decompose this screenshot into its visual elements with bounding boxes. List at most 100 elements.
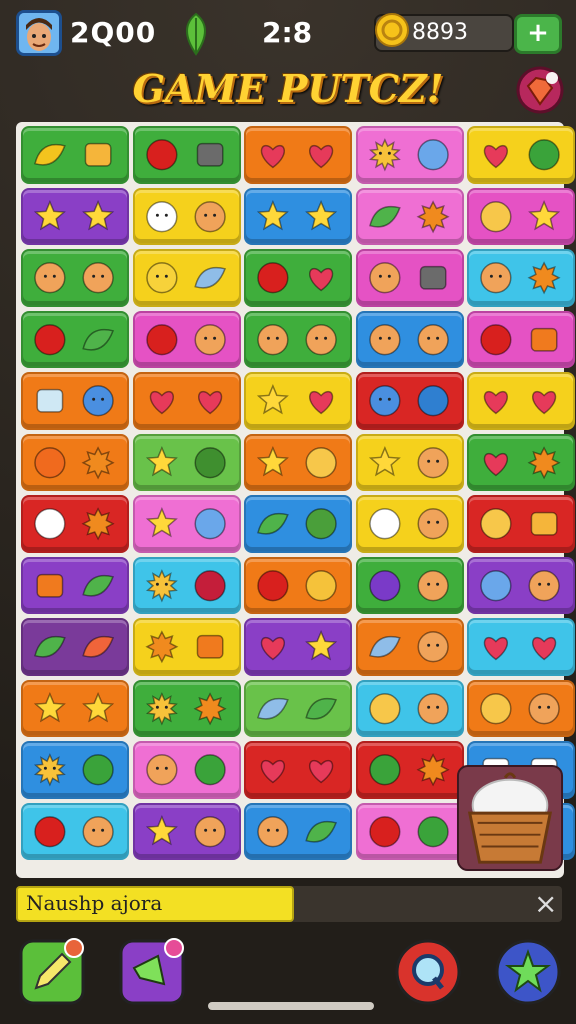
tile-r8-c4[interactable]: [355, 556, 464, 614]
tile-r11-c3[interactable]: [244, 741, 352, 799]
tile-r8-c2[interactable]: [132, 556, 241, 614]
star-icon: [82, 691, 115, 722]
tile-icons: [480, 261, 561, 295]
pot-icon: [196, 142, 224, 167]
tile-icons: [368, 569, 449, 601]
star-icon: [256, 445, 289, 476]
tile-r1-c5[interactable]: [467, 126, 575, 184]
tile-r9-c5[interactable]: [467, 618, 575, 676]
tile-r1-c4[interactable]: [355, 126, 464, 184]
tile-r3-c4[interactable]: [355, 249, 464, 307]
leaf-icon: [82, 574, 114, 597]
tile-icons: [34, 507, 115, 541]
heart-icon: [260, 636, 285, 661]
tile-r1-c2[interactable]: [132, 126, 241, 184]
apple-icon: [34, 815, 66, 847]
tile-icons: [145, 139, 224, 171]
tile-r9-c3[interactable]: [244, 618, 352, 676]
tile-r2-c2[interactable]: [132, 187, 241, 245]
tile-r3-c3[interactable]: [244, 249, 352, 307]
home-indicator[interactable]: [208, 1002, 374, 1010]
sun-icon: [368, 138, 401, 172]
shell-icon: [368, 635, 401, 658]
gem-shop-button[interactable]: [516, 66, 564, 114]
ball-icon: [480, 569, 512, 601]
tile-r2-c4[interactable]: [355, 187, 464, 245]
tile-r11-c4[interactable]: [355, 741, 464, 799]
tile-r5-c4[interactable]: [355, 372, 464, 430]
tile-r7-c1[interactable]: [21, 495, 129, 553]
tile-r10-c3[interactable]: [244, 679, 352, 737]
tile-r4-c2[interactable]: [132, 310, 241, 368]
tile-icons: [33, 199, 115, 230]
face-icon: [145, 754, 178, 786]
tile-r9-c2[interactable]: [132, 618, 241, 676]
tile-r8-c3[interactable]: [244, 556, 352, 614]
leaf-icon: [82, 328, 114, 351]
tile-r5-c1[interactable]: [21, 372, 129, 430]
tile-r3-c2[interactable]: [132, 249, 241, 307]
tile-r10-c4[interactable]: [355, 679, 464, 737]
tile-r5-c5[interactable]: [467, 372, 575, 430]
tile-r11-c2[interactable]: [132, 741, 241, 799]
tile-r6-c5[interactable]: [467, 433, 575, 491]
pencil-tool-button[interactable]: [18, 938, 86, 1006]
tile-r2-c3[interactable]: [244, 187, 352, 245]
face-icon: [480, 262, 512, 294]
tile-r12-c4[interactable]: [355, 802, 464, 860]
tile-r10-c2[interactable]: [132, 679, 241, 737]
tile-r7-c5[interactable]: [467, 495, 575, 553]
tile-r11-c1[interactable]: [21, 741, 129, 799]
disk-icon: [416, 385, 449, 417]
tile-r6-c4[interactable]: [355, 433, 464, 491]
tile-r5-c3[interactable]: [244, 372, 352, 430]
tile-r7-c3[interactable]: [244, 495, 352, 553]
megaphone-button[interactable]: [118, 938, 186, 1006]
tile-icons: [483, 636, 557, 661]
tile-icons: [368, 138, 449, 172]
tile-r4-c3[interactable]: [244, 310, 352, 368]
close-icon[interactable]: ×: [534, 888, 557, 920]
tile-r10-c1[interactable]: [21, 679, 129, 737]
star-icon: [305, 199, 338, 230]
face-icon: [368, 262, 401, 294]
sun-icon: [145, 691, 178, 726]
tile-r4-c5[interactable]: [467, 310, 575, 368]
basket-icon[interactable]: [456, 762, 564, 874]
cat-icon: [82, 385, 114, 417]
tile-r6-c3[interactable]: [244, 433, 352, 491]
tile-r8-c5[interactable]: [467, 556, 575, 614]
player-avatar[interactable]: [16, 10, 62, 56]
flower-icon: [81, 445, 115, 479]
tile-r12-c1[interactable]: [21, 802, 129, 860]
tile-icons: [34, 815, 114, 847]
tile-r12-c3[interactable]: [244, 802, 352, 860]
hand-icon: [305, 446, 337, 478]
heart-icon: [483, 390, 508, 415]
search-hint-button[interactable]: [394, 938, 462, 1006]
tile-r3-c5[interactable]: [467, 249, 575, 307]
tile-r4-c4[interactable]: [355, 310, 464, 368]
tile-r1-c3[interactable]: [244, 126, 352, 184]
tile-r9-c4[interactable]: [355, 618, 464, 676]
tile-r8-c1[interactable]: [21, 556, 129, 614]
tile-r3-c1[interactable]: [21, 249, 129, 307]
star-bonus-button[interactable]: [494, 938, 562, 1006]
tile-r7-c4[interactable]: [355, 495, 464, 553]
tile-r7-c2[interactable]: [132, 495, 241, 553]
bush-icon: [82, 754, 114, 786]
tile-r2-c5[interactable]: [467, 187, 575, 245]
add-coins-button[interactable]: +: [514, 14, 562, 54]
tile-r4-c1[interactable]: [21, 310, 129, 368]
tile-r6-c1[interactable]: [21, 433, 129, 491]
tile-r2-c1[interactable]: [21, 187, 129, 245]
flower-icon: [416, 199, 450, 233]
coin-value: 8893: [412, 20, 468, 45]
tile-r12-c2[interactable]: [132, 802, 241, 860]
tile-r6-c2[interactable]: [132, 433, 241, 491]
face-icon: [257, 323, 289, 355]
tile-r5-c2[interactable]: [132, 372, 241, 430]
tile-r1-c1[interactable]: [21, 126, 129, 184]
tile-r10-c5[interactable]: [467, 679, 575, 737]
tile-r9-c1[interactable]: [21, 618, 129, 676]
